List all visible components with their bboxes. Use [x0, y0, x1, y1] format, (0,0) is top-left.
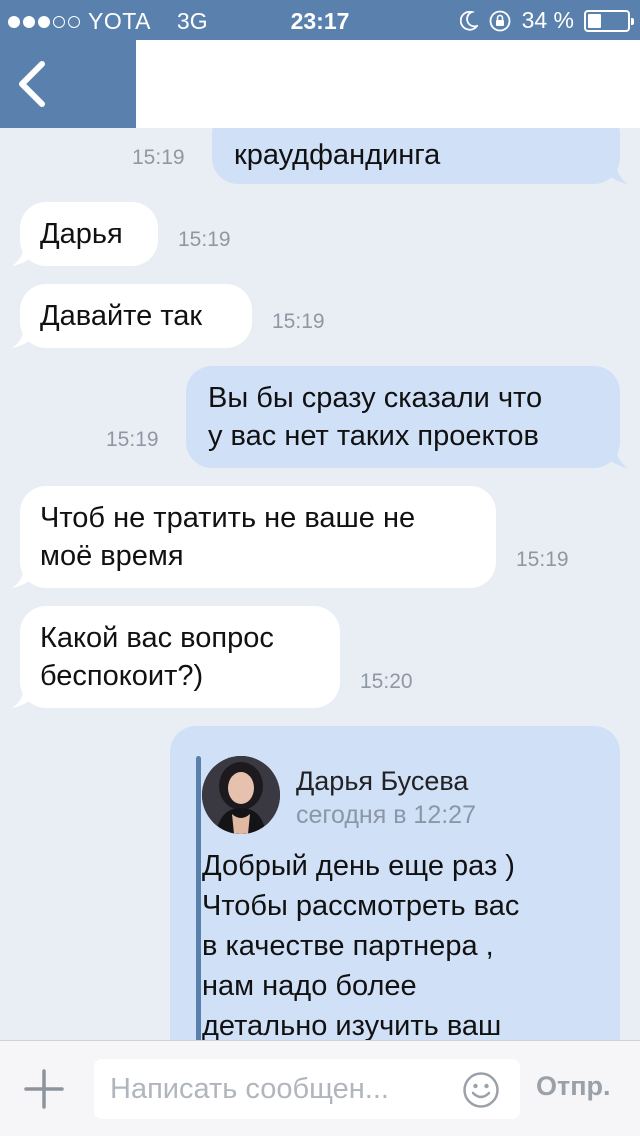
forwarded-date: сегодня в 12:27: [296, 801, 476, 829]
send-button[interactable]: Отпр.: [536, 1071, 611, 1102]
message-input[interactable]: [94, 1059, 520, 1119]
forwarded-message-bubble: Дарья Бусева сегодня в 12:27 Добрый день…: [170, 726, 620, 1040]
rotation-lock-icon: [489, 10, 510, 31]
message-time: 15:19: [178, 228, 231, 251]
message-text: Какой вас вопрос беспокоит?): [40, 622, 274, 692]
forward-indicator-bar: [196, 756, 201, 1040]
message-bubble-incoming: Какой вас вопрос беспокоит?): [12, 606, 340, 708]
message-time: 15:20: [360, 670, 413, 693]
message-bubble-incoming: Чтоб не тратить не ваше не моё время: [12, 486, 496, 588]
avatar[interactable]: [202, 756, 280, 834]
message-text: Чтоб не тратить не ваше не моё время: [40, 502, 416, 572]
moon-icon: [459, 10, 478, 31]
status-bar: YOTA 3G 23:17 34 %: [0, 0, 640, 40]
smiley-icon: [463, 1072, 499, 1108]
message-text: краудфандинга: [234, 139, 441, 171]
conversation-header: [136, 40, 640, 128]
forwarded-message-text: Добрый день еще раз ) Чтобы рассмотреть …: [202, 850, 520, 1040]
back-button[interactable]: [0, 40, 134, 128]
chat-area[interactable]: краудфандинга 15:19 Дарья 15:19 Давайте …: [0, 128, 640, 1040]
forwarded-author-name: Дарья Бусева: [296, 766, 469, 796]
message-time: 15:19: [106, 428, 159, 451]
message-bubble-incoming: Дарья: [12, 202, 158, 266]
message-text: Вы бы сразу сказали что у вас нет таких …: [208, 382, 543, 452]
attach-button[interactable]: [22, 1067, 66, 1111]
message-bubble-outgoing: Вы бы сразу сказали что у вас нет таких …: [186, 366, 628, 468]
battery-icon: [584, 9, 634, 32]
navigation-bar: [0, 40, 640, 128]
battery-percent: 34 %: [521, 7, 574, 33]
emoji-button[interactable]: [462, 1071, 500, 1109]
message-input-bar: Отпр.: [0, 1040, 640, 1136]
message-time: 15:19: [516, 548, 569, 571]
message-time: 15:19: [272, 310, 325, 333]
message-time: 15:19: [132, 146, 185, 169]
chevron-left-icon: [19, 61, 45, 107]
message-text: Давайте так: [40, 300, 203, 332]
plus-icon: [24, 1069, 64, 1109]
message-bubble-outgoing: краудфандинга: [212, 128, 628, 184]
message-bubble-incoming: Давайте так: [12, 284, 252, 348]
message-text: Дарья: [40, 218, 123, 250]
status-right: 34 %: [459, 7, 634, 34]
